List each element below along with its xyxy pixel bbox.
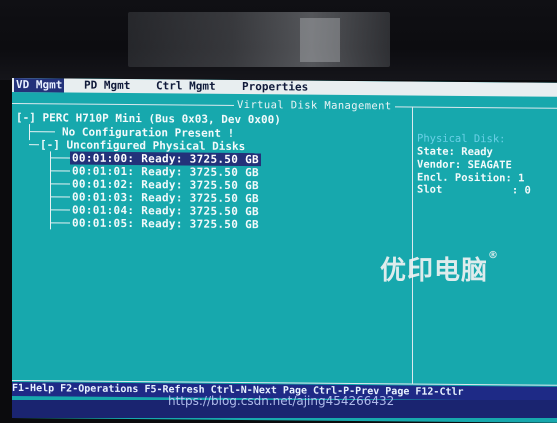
tree-line xyxy=(50,183,70,185)
disk-row-00-01-05[interactable]: 00:01:05: Ready: 3725.50 GB xyxy=(72,217,259,232)
tree-line xyxy=(50,196,70,198)
source-url-watermark: https://blog.csdn.net/ajing454266432 xyxy=(168,394,395,408)
side-panel-title: Physical Disk: xyxy=(417,132,506,146)
controller-node[interactable]: [-] PERC H710P Mini (Bus 0x03, Dev 0x00) xyxy=(16,111,281,126)
disk-vendor: Vendor: SEAGATE xyxy=(417,158,512,172)
tab-vd-mgmt[interactable]: VD Mgmt xyxy=(14,78,65,93)
background-reflection-light xyxy=(300,18,340,62)
tree-line xyxy=(29,131,55,133)
disk-state: State: Ready xyxy=(417,145,493,159)
panel-divider xyxy=(412,106,413,385)
disk-slot: Slot : 0 xyxy=(417,183,531,197)
tab-pd-mgmt[interactable]: PD Mgmt xyxy=(84,79,130,93)
tree-line xyxy=(50,209,70,211)
background-reflection xyxy=(128,12,390,67)
registered-mark: ® xyxy=(488,250,500,261)
watermark-logo: 优印电脑® xyxy=(380,250,499,287)
panel-title: Virtual Disk Management xyxy=(234,98,395,113)
menu-bar: VD Mgmt PD Mgmt Ctrl Mgmt Properties xyxy=(12,78,557,97)
watermark-text: 优印电脑 xyxy=(380,256,489,286)
tree-line xyxy=(50,170,70,172)
tree-line xyxy=(50,222,70,224)
tab-properties[interactable]: Properties xyxy=(242,80,308,95)
tab-ctrl-mgmt[interactable]: Ctrl Mgmt xyxy=(156,79,216,94)
tree-line xyxy=(50,157,70,159)
tree-line xyxy=(50,151,51,230)
tree-line xyxy=(29,144,39,146)
